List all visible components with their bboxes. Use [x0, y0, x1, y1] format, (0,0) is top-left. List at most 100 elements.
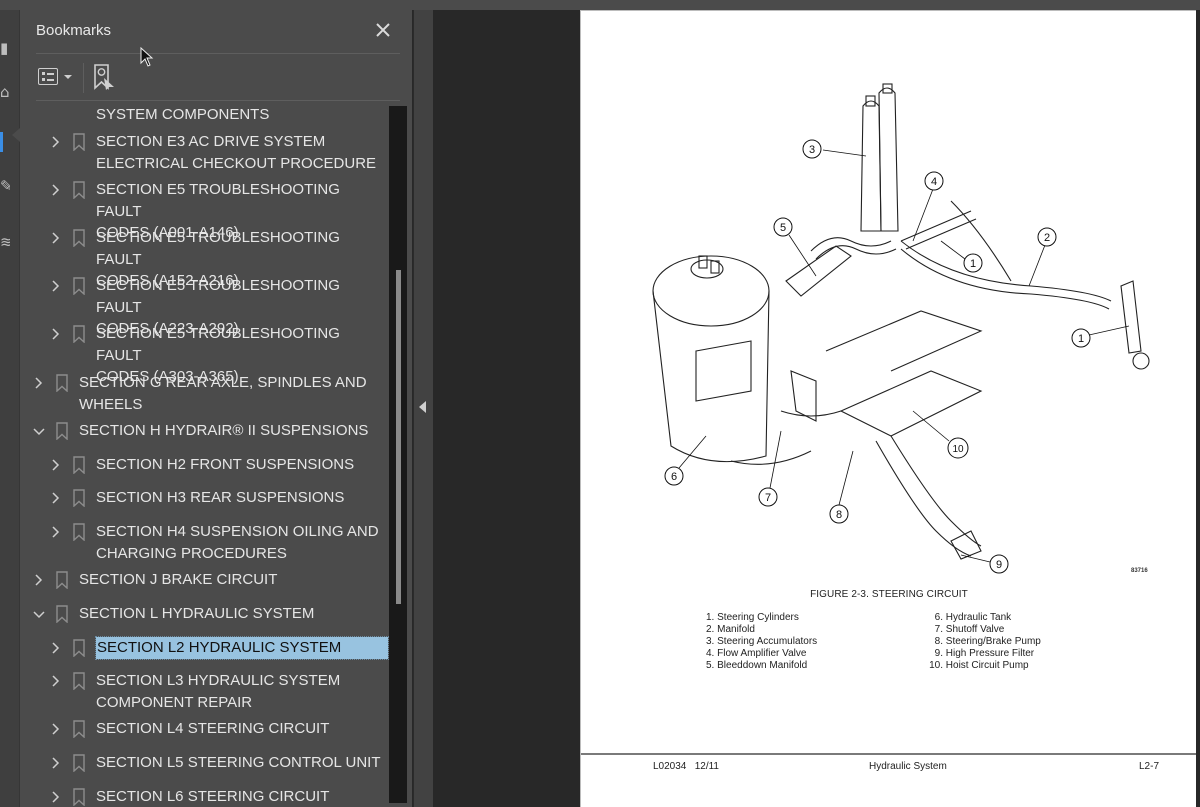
legend-item: 8. Steering/Brake Pump — [929, 636, 1041, 648]
bookmark-icon — [73, 639, 85, 658]
close-panel-button[interactable] — [372, 19, 394, 41]
viewer-edge — [1196, 10, 1200, 807]
bookmark-label-line: SECTION E5 TROUBLESHOOTING FAULT — [96, 325, 340, 364]
bookmark-label[interactable]: SECTION L2 HYDRAULIC SYSTEM — [95, 636, 389, 660]
chevron-right-icon[interactable] — [49, 786, 63, 807]
chevron-right-icon[interactable] — [49, 227, 63, 249]
bookmarks-scrollbar-thumb[interactable] — [396, 270, 401, 604]
chevron-right-icon[interactable] — [32, 569, 46, 591]
bookmark-label-line: SECTION H4 SUSPENSION OILING AND — [96, 523, 379, 540]
legend-number: 8. — [934, 636, 943, 647]
bookmark-label[interactable]: SECTION L HYDRAULIC SYSTEM — [79, 603, 379, 625]
accumulator-shape — [878, 87, 899, 232]
bookmark-icon — [56, 571, 68, 590]
chevron-right-icon[interactable] — [49, 637, 63, 659]
bookmark-label-line: ELECTRICAL CHECKOUT PROCEDURE — [96, 154, 377, 172]
bookmark-label[interactable]: SECTION L5 STEERING CONTROL UNIT — [96, 752, 386, 774]
chevron-right-icon[interactable] — [49, 131, 63, 153]
bookmark-icon — [56, 374, 68, 393]
figure-caption: FIGURE 2-3. STEERING CIRCUIT — [810, 589, 968, 600]
chevron-right-icon[interactable] — [49, 487, 63, 509]
callout-1: 1 — [970, 258, 976, 270]
chevron-right-icon[interactable] — [49, 323, 63, 345]
footer-doc-id: L02034 12/11 — [653, 761, 719, 772]
chevron-right-icon[interactable] — [49, 275, 63, 297]
legend-item: 6. Hydraulic Tank — [929, 612, 1041, 624]
legend-text: Manifold — [717, 624, 755, 635]
chevron-down-icon — [64, 75, 72, 79]
bookmark-label-line: SECTION E5 TROUBLESHOOTING FAULT — [96, 229, 340, 268]
legend-item: 2. Manifold — [706, 624, 817, 636]
chevron-down-icon[interactable] — [32, 603, 46, 625]
bookmark-label-line: SECTION L3 HYDRAULIC SYSTEM — [96, 672, 341, 689]
legend-text: Steering/Brake Pump — [945, 636, 1041, 647]
bookmark-label[interactable]: SECTION L3 HYDRAULIC SYSTEM COMPONENT REP… — [96, 670, 386, 713]
bookmark-icon — [56, 422, 68, 441]
callout-4: 4 — [931, 176, 937, 188]
bookmark-label-line: CHARGING PROCEDURES — [96, 544, 287, 562]
new-bookmark-button[interactable] — [92, 62, 118, 92]
chevron-down-icon[interactable] — [32, 420, 46, 442]
panel-title: Bookmarks — [36, 22, 112, 39]
bookmark-label-line: SECTION L2 HYDRAULIC SYSTEM — [97, 639, 342, 656]
bookmark-icon — [73, 229, 85, 248]
legend-text: Hydraulic Tank — [945, 612, 1012, 623]
legend-number: 4. — [706, 648, 715, 659]
bookmark-label-line: SECTION L4 STEERING CIRCUIT — [96, 720, 330, 737]
legend-item: 4. Flow Amplifier Valve — [706, 648, 817, 660]
bookmark-label-line: COMPONENT REPAIR — [96, 693, 253, 711]
callout-10: 10 — [952, 444, 964, 455]
signatures-icon[interactable]: ✎ — [0, 176, 10, 196]
bookmark-label[interactable]: SECTION G REAR AXLE, SPINDLES AND WHEELS — [79, 372, 379, 415]
footer-page-number: L2-7 — [1139, 761, 1160, 772]
chevron-right-icon[interactable] — [49, 718, 63, 740]
bookmark-label-line: SECTION L HYDRAULIC SYSTEM — [79, 605, 315, 622]
bookmark-label[interactable]: SECTION H2 FRONT SUSPENSIONS — [96, 454, 386, 476]
bookmark-label[interactable]: SECTION L6 STEERING CIRCUIT — [96, 786, 386, 807]
chevron-right-icon[interactable] — [49, 670, 63, 692]
chevron-right-icon[interactable] — [49, 752, 63, 774]
steering-cylinder-shape — [1120, 280, 1142, 354]
bookmark-label[interactable]: SECTION H HYDRAIR® II SUSPENSIONS — [79, 420, 379, 442]
bookmark-label[interactable]: SECTION H4 SUSPENSION OILING AND CHARGING… — [96, 521, 386, 564]
chevron-right-icon[interactable] — [32, 372, 46, 394]
bookmark-label[interactable]: SECTION E3 AC DRIVE SYSTEM ELECTRICAL CHE… — [96, 131, 386, 174]
legend-text: Flow Amplifier Valve — [717, 648, 807, 659]
legend-item: 1. Steering Cylinders — [706, 612, 817, 624]
callout-9: 9 — [996, 559, 1002, 571]
bookmark-label[interactable]: SECTION L4 STEERING CIRCUIT — [96, 718, 386, 740]
bookmark-label-line: WHEELS — [79, 395, 143, 413]
figure-legend-col2: 6. Hydraulic Tank 7. Shutoff Valve 8. Stee… — [929, 612, 1041, 672]
collapse-panel-button[interactable] — [419, 401, 426, 413]
bookmark-label-line: SYSTEM COMPONENTS — [96, 105, 270, 123]
layers-icon[interactable]: ≋ — [0, 232, 10, 252]
figure-legend-col1: 1. Steering Cylinders 2. Manifold 3. Steer… — [706, 612, 817, 672]
legend-text: Bleeddown Manifold — [717, 660, 808, 671]
bookmark-icon — [73, 489, 85, 508]
footer-section-title: Hydraulic System — [869, 761, 947, 772]
legend-text: Shutoff Valve — [945, 624, 1005, 635]
bookmark-label[interactable]: SECTION J BRAKE CIRCUIT — [79, 569, 379, 591]
legend-text: Steering Accumulators — [717, 636, 818, 647]
chevron-right-icon[interactable] — [49, 454, 63, 476]
chevron-right-icon[interactable] — [49, 179, 63, 201]
chevron-right-icon[interactable] — [49, 521, 63, 543]
bookmark-label[interactable]: SYSTEM COMPONENTS — [96, 103, 386, 125]
bookmark-label[interactable]: SECTION H3 REAR SUSPENSIONS — [96, 487, 386, 509]
bookmark-label-line: SECTION H3 REAR SUSPENSIONS — [96, 489, 345, 506]
bookmark-label-line: SECTION E5 TROUBLESHOOTING FAULT — [96, 181, 340, 220]
legend-item: 9. High Pressure Filter — [929, 648, 1041, 660]
bookmark-icon — [73, 672, 85, 691]
attachments-icon[interactable]: ⌂ — [0, 82, 10, 102]
callout-5: 5 — [780, 222, 786, 234]
page-thumbnails-icon[interactable]: ▮ — [0, 38, 10, 58]
divider — [36, 53, 400, 54]
legend-number: 2. — [706, 624, 715, 635]
bookmarks-icon[interactable] — [0, 132, 10, 152]
legend-text: High Pressure Filter — [945, 648, 1035, 659]
legend-number: 7. — [934, 624, 943, 635]
bookmark-options-button[interactable] — [36, 66, 76, 88]
legend-number: 3. — [706, 636, 715, 647]
callout-3: 3 — [809, 144, 815, 156]
bookmark-icon — [73, 720, 85, 739]
